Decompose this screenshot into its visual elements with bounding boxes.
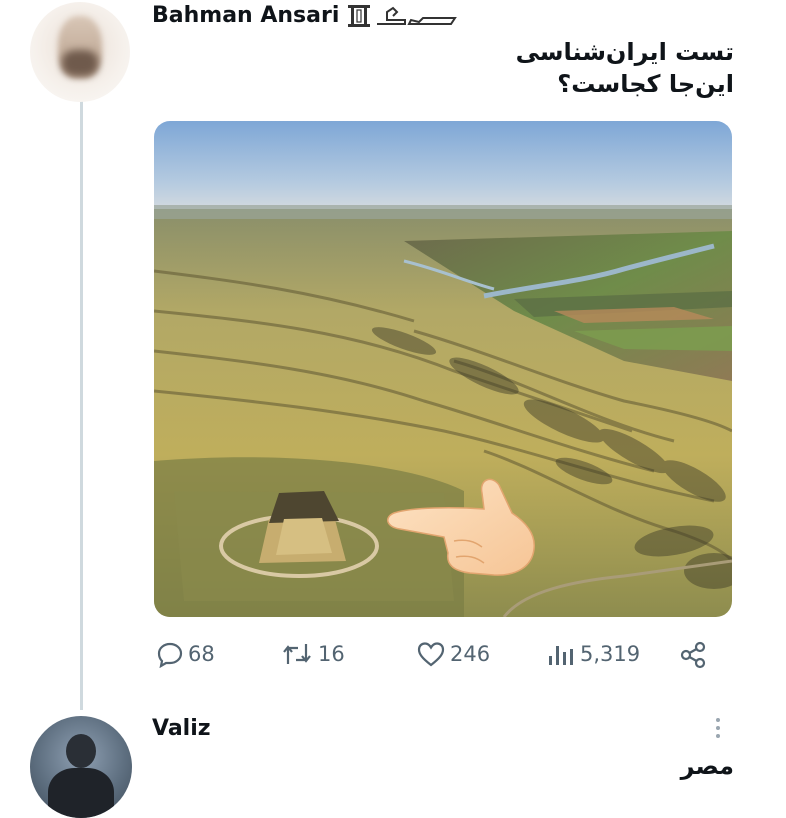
reply-icon xyxy=(156,640,184,668)
retweet-count: 16 xyxy=(318,642,345,666)
aerial-landscape-image xyxy=(154,121,732,617)
tweet-actions: 68 16 246 5,319 xyxy=(154,640,714,676)
avatar[interactable] xyxy=(30,2,130,102)
retweet-button[interactable]: 16 xyxy=(280,640,345,668)
views-count: 5,319 xyxy=(580,642,641,666)
share-button[interactable] xyxy=(678,640,708,670)
tweet-text-line: این‌جا کجاست؟ xyxy=(557,70,734,98)
share-icon xyxy=(678,640,708,670)
reply-button[interactable]: 68 xyxy=(156,640,215,668)
like-button[interactable]: 246 xyxy=(416,640,490,668)
avatar-head xyxy=(66,734,96,768)
tweet-image[interactable] xyxy=(154,121,732,617)
author-name[interactable]: Bahman Ansari xyxy=(152,3,339,28)
persian-emblem-icon xyxy=(347,2,458,28)
tweet-text: تست ایران‌شناسی این‌جا کجاست؟ xyxy=(516,36,734,100)
reply-count: 68 xyxy=(188,642,215,666)
avatar-beard xyxy=(62,50,98,76)
more-icon[interactable] xyxy=(713,716,723,742)
like-count: 246 xyxy=(450,642,491,666)
views-icon xyxy=(546,640,576,668)
views-button[interactable]: 5,319 xyxy=(546,640,640,668)
avatar[interactable] xyxy=(30,716,132,818)
tweet-text-line: تست ایران‌شناسی xyxy=(515,38,734,66)
reply-author-name[interactable]: Valiz xyxy=(152,716,211,741)
avatar-body xyxy=(48,768,114,818)
reply-text: مصر xyxy=(680,752,734,780)
like-icon xyxy=(416,640,446,668)
retweet-icon xyxy=(280,640,314,668)
thread-line xyxy=(80,100,83,710)
author-header: Bahman Ansari xyxy=(152,2,458,28)
